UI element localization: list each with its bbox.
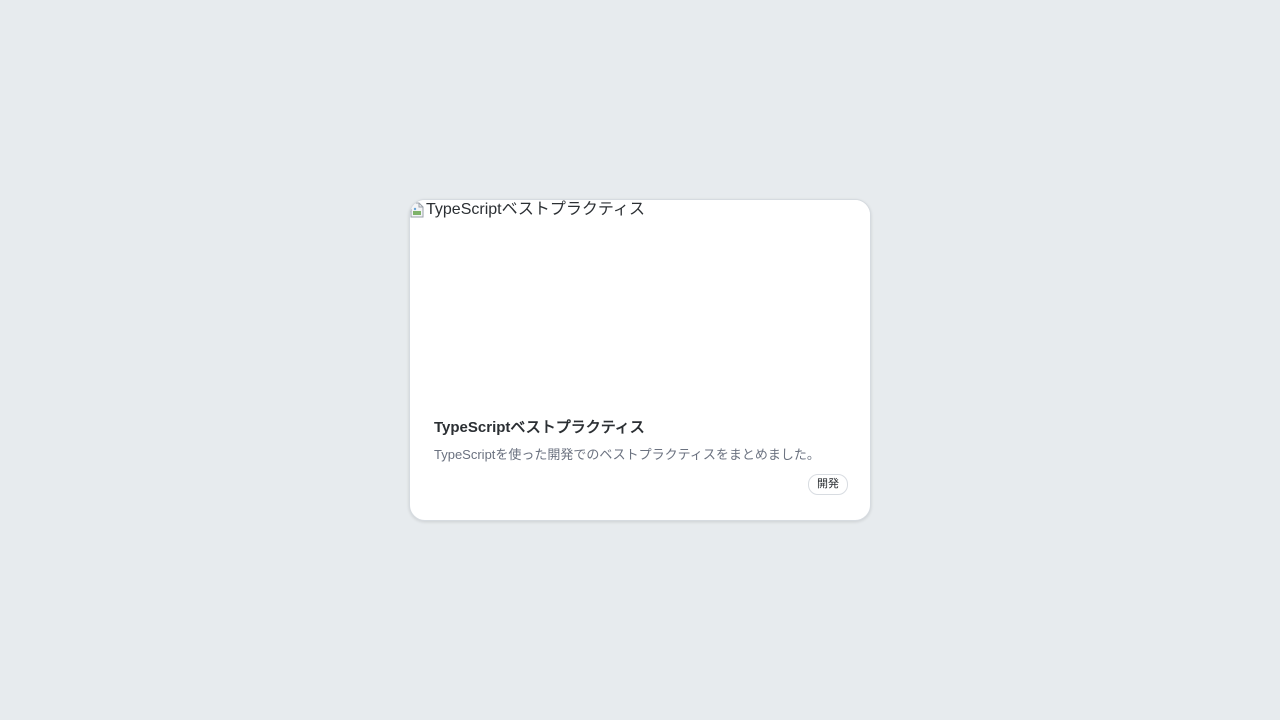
card-description: TypeScriptを使った開発でのベストプラクティスをまとめました。: [434, 447, 820, 462]
broken-image-icon: [410, 202, 424, 218]
article-card[interactable]: TypeScriptベストプラクティス TypeScriptベストプラクティス …: [409, 199, 871, 521]
card-thumbnail[interactable]: TypeScriptベストプラクティス: [410, 200, 870, 400]
card-body: TypeScriptベストプラクティス TypeScriptを使った開発でのベス…: [434, 418, 848, 495]
card-title[interactable]: TypeScriptベストプラクティス: [434, 418, 848, 438]
thumbnail-alt-text: TypeScriptベストプラクティス: [410, 200, 645, 220]
card-tags: 開発: [434, 474, 848, 495]
page: TypeScriptベストプラクティス TypeScriptベストプラクティス …: [0, 0, 1280, 720]
thumbnail-alt-label: TypeScriptベストプラクティス: [426, 201, 645, 218]
tag-badge[interactable]: 開発: [808, 474, 848, 495]
